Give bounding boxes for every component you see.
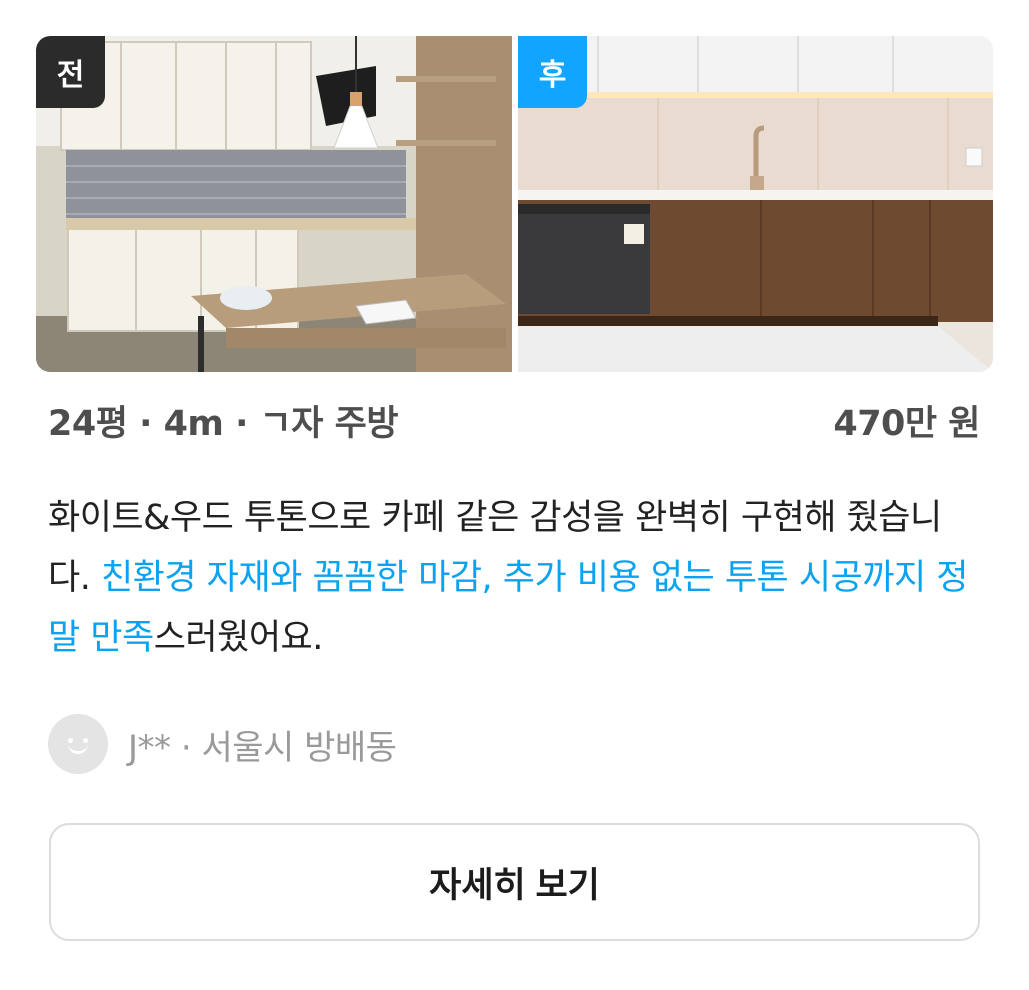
before-badge: 전 — [36, 36, 105, 108]
reviewer-info: J** · 서울시 방배동 — [48, 714, 397, 774]
before-photo[interactable]: 전 — [36, 36, 512, 372]
avatar-smile — [68, 742, 88, 754]
view-details-button[interactable]: 자세히 보기 — [49, 823, 980, 941]
before-kitchen-image — [36, 36, 512, 372]
after-kitchen-image — [518, 36, 993, 372]
project-summary: 24평 · 4m · ㄱ자 주방 — [48, 404, 399, 444]
review-text: 화이트&우드 투톤으로 카페 같은 감성을 완벽히 구현해 줬습니다. 친환경 … — [48, 488, 980, 668]
project-meta-row: 24평 · 4m · ㄱ자 주방 470만 원 — [48, 395, 980, 446]
project-price: 470만 원 — [833, 404, 980, 444]
smiley-face-icon — [48, 714, 108, 774]
review-text-part2: 스러웠어요. — [153, 618, 324, 658]
before-after-photos[interactable]: 전 후 — [36, 36, 993, 372]
after-photo[interactable]: 후 — [518, 36, 993, 372]
reviewer-name-location: J** · 서울시 방배동 — [128, 727, 397, 768]
after-badge: 후 — [518, 36, 587, 108]
